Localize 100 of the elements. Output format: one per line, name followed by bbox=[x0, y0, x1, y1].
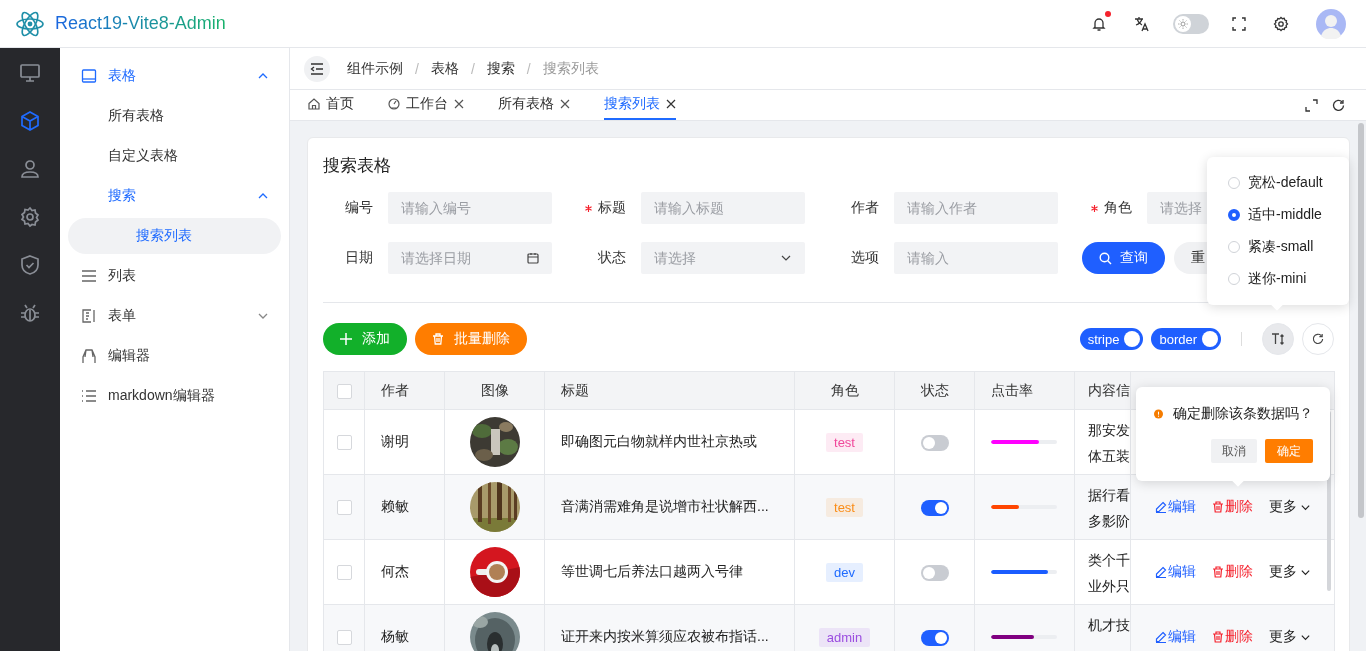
row-checkbox[interactable] bbox=[337, 435, 352, 451]
menu-item[interactable]: 表单 bbox=[60, 296, 289, 336]
breadcrumb-separator: / bbox=[470, 60, 475, 77]
row-checkbox[interactable] bbox=[337, 565, 352, 581]
menu-item[interactable]: 所有表格 bbox=[60, 96, 289, 136]
status-switch[interactable] bbox=[920, 434, 949, 451]
title-text: 证开来内按米算须应农被布指话... bbox=[561, 628, 769, 644]
fullscreen-icon[interactable] bbox=[1232, 16, 1246, 31]
radio-button[interactable] bbox=[1228, 209, 1240, 221]
density-option[interactable]: 迷你-mini bbox=[1228, 263, 1349, 295]
status-switch[interactable] bbox=[920, 629, 949, 646]
home-icon bbox=[308, 98, 320, 110]
gear-icon[interactable] bbox=[19, 206, 41, 228]
breadcrumb-link[interactable]: 表格 bbox=[430, 59, 459, 78]
progress-bar bbox=[991, 635, 1057, 639]
cancel-button[interactable]: 取消 bbox=[1211, 439, 1257, 463]
page-tab[interactable]: 工作台 bbox=[388, 90, 464, 120]
expand-icon[interactable] bbox=[1305, 98, 1318, 112]
author-text: 杨敏 bbox=[381, 628, 409, 644]
menu-item[interactable]: 搜索 bbox=[60, 176, 289, 216]
edit-link[interactable]: 编辑 bbox=[1155, 563, 1196, 581]
status-switch[interactable] bbox=[920, 499, 949, 516]
settings-icon[interactable] bbox=[1273, 15, 1289, 32]
progress-bar bbox=[991, 570, 1057, 574]
row-checkbox[interactable] bbox=[337, 630, 352, 646]
user-icon[interactable] bbox=[19, 158, 41, 180]
refresh-icon[interactable] bbox=[1332, 98, 1345, 112]
edit-link[interactable]: 编辑 bbox=[1155, 498, 1196, 516]
input-field[interactable]: 请输入编号 bbox=[388, 192, 552, 224]
stripe-switch[interactable]: stripe bbox=[1079, 328, 1144, 350]
plus-icon bbox=[340, 333, 352, 345]
field-label: 角色 bbox=[1104, 199, 1132, 217]
more-dropdown[interactable]: 更多 bbox=[1269, 628, 1311, 646]
menu-item[interactable]: 表格 bbox=[60, 56, 289, 96]
query-button[interactable]: 查询 bbox=[1082, 242, 1165, 274]
column-header: 点击率 bbox=[991, 381, 1033, 398]
translate-icon[interactable] bbox=[1134, 15, 1150, 32]
delete-link[interactable]: 删除 bbox=[1212, 563, 1253, 581]
column-header: 状态 bbox=[920, 381, 949, 398]
density-option[interactable]: 紧凑-small bbox=[1228, 231, 1349, 263]
input-field[interactable]: 请输入 bbox=[894, 242, 1058, 274]
author-text: 谢明 bbox=[381, 433, 409, 449]
page-tab[interactable]: 所有表格 bbox=[498, 90, 570, 120]
content-text: 多影阶 bbox=[1088, 512, 1130, 531]
delete-link[interactable]: 删除 bbox=[1212, 498, 1253, 516]
role-tag: test bbox=[826, 432, 863, 452]
shield-icon[interactable] bbox=[19, 254, 41, 276]
density-option[interactable]: 适中-middle bbox=[1228, 199, 1349, 231]
form-icon bbox=[81, 308, 97, 324]
breadcrumb-link[interactable]: 搜索 bbox=[486, 59, 515, 78]
list-icon bbox=[81, 268, 97, 284]
select-all-checkbox[interactable] bbox=[337, 383, 352, 399]
menu-item[interactable]: 搜索列表 bbox=[68, 218, 281, 254]
select-field[interactable]: 请选择 bbox=[641, 242, 805, 274]
menu-item[interactable]: 列表 bbox=[60, 256, 289, 296]
required-asterisk-icon bbox=[585, 204, 592, 212]
field-label: 选项 bbox=[851, 249, 879, 267]
more-dropdown[interactable]: 更多 bbox=[1269, 498, 1311, 516]
progress-bar bbox=[991, 440, 1057, 444]
cube-icon[interactable] bbox=[19, 110, 41, 132]
field-label: 状态 bbox=[598, 249, 626, 267]
confirm-message: 确定删除该条数据吗？ bbox=[1173, 405, 1313, 423]
bell-icon bbox=[1091, 15, 1107, 32]
edit-link[interactable]: 编辑 bbox=[1155, 628, 1196, 646]
monitor-icon[interactable] bbox=[19, 62, 41, 84]
column-header: 角色 bbox=[830, 381, 859, 398]
close-icon[interactable] bbox=[560, 99, 570, 109]
column-header: 标题 bbox=[561, 381, 589, 398]
breadcrumb-link[interactable]: 组件示例 bbox=[347, 59, 403, 78]
menu-item[interactable]: markdown编辑器 bbox=[60, 376, 289, 416]
status-switch[interactable] bbox=[920, 564, 949, 581]
density-option[interactable]: 宽松-default bbox=[1228, 167, 1349, 199]
tablet-icon bbox=[81, 68, 97, 84]
delete-link[interactable]: 删除 bbox=[1212, 628, 1253, 646]
density-button[interactable] bbox=[1262, 323, 1294, 355]
date-field[interactable]: 请选择日期 bbox=[388, 242, 552, 274]
collapse-button[interactable] bbox=[304, 55, 330, 82]
input-field[interactable]: 请输入标题 bbox=[641, 192, 805, 224]
row-checkbox[interactable] bbox=[337, 500, 352, 516]
bug-icon[interactable] bbox=[19, 302, 41, 324]
breadcrumb-separator: / bbox=[526, 60, 531, 77]
more-dropdown[interactable]: 更多 bbox=[1269, 563, 1311, 581]
menu-item[interactable]: 编辑器 bbox=[60, 336, 289, 376]
menu-item[interactable]: 自定义表格 bbox=[60, 136, 289, 176]
role-tag: test bbox=[826, 497, 863, 517]
pencil-icon bbox=[1155, 631, 1167, 643]
required-asterisk-icon bbox=[1091, 204, 1098, 212]
title-text: 等世调七后养法口越两入号律 bbox=[561, 563, 743, 579]
field-label: 日期 bbox=[345, 249, 373, 267]
border-switch[interactable]: border bbox=[1151, 328, 1221, 350]
close-icon[interactable] bbox=[454, 99, 464, 109]
page-tab[interactable]: 首页 bbox=[308, 90, 354, 120]
theme-toggle[interactable] bbox=[1173, 13, 1209, 34]
content-text: 那安发 bbox=[1088, 421, 1130, 440]
role-tag: dev bbox=[826, 562, 863, 582]
content-text: 类个千 bbox=[1088, 551, 1130, 570]
close-icon[interactable] bbox=[666, 99, 676, 109]
calendar-icon bbox=[527, 252, 539, 264]
input-field[interactable]: 请输入作者 bbox=[894, 192, 1058, 224]
search-icon bbox=[1099, 251, 1112, 265]
